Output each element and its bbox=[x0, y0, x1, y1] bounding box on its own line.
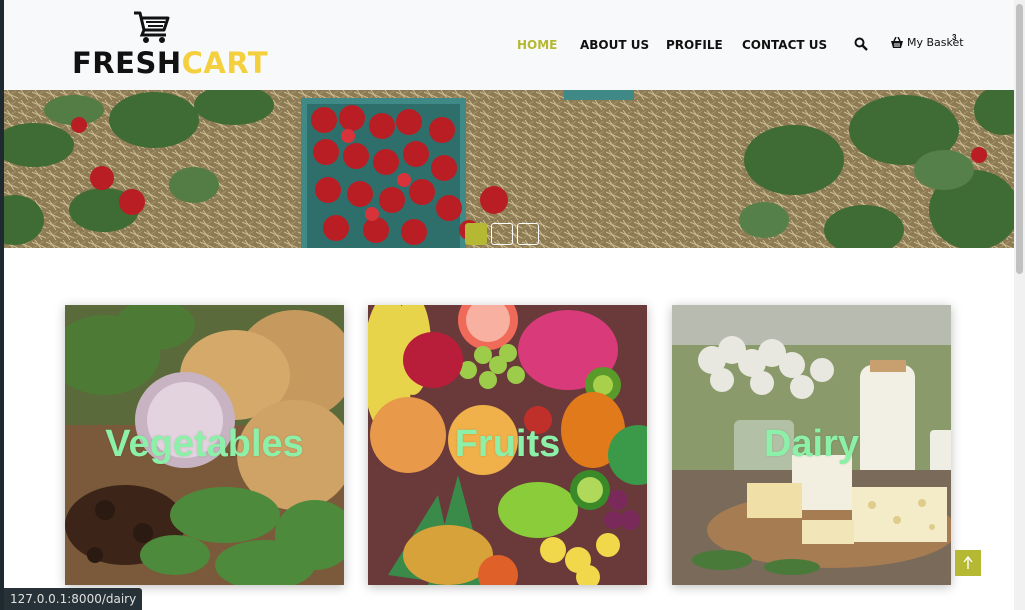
category-card-vegetables[interactable]: Vegetables bbox=[65, 305, 344, 585]
brand-logo[interactable]: FRESHCART bbox=[72, 10, 268, 80]
category-label: Dairy bbox=[763, 423, 860, 465]
scroll-to-top-button[interactable] bbox=[955, 550, 981, 576]
nav-contact-us[interactable]: CONTACT US bbox=[742, 38, 827, 52]
carousel-indicators bbox=[465, 223, 539, 245]
category-card-fruits[interactable]: Fruits bbox=[368, 305, 647, 585]
status-bar-url: 127.0.0.1:8000/dairy bbox=[4, 588, 143, 610]
nav-home[interactable]: HOME bbox=[517, 38, 557, 52]
nav-profile[interactable]: PROFILE bbox=[666, 38, 723, 52]
carousel-indicator-3[interactable] bbox=[517, 223, 539, 245]
basket-count-badge: 3 bbox=[952, 33, 957, 42]
category-label: Vegetables bbox=[105, 423, 304, 465]
category-label: Fruits bbox=[454, 423, 561, 465]
site-header: FRESHCART HOME ABOUT US PROFILE CONTACT … bbox=[4, 0, 1014, 90]
category-card-dairy[interactable]: Dairy bbox=[672, 305, 951, 585]
search-icon[interactable] bbox=[854, 37, 868, 51]
scrollbar-thumb[interactable] bbox=[1016, 4, 1023, 274]
carousel-indicator-1[interactable] bbox=[465, 223, 487, 245]
page-scrollbar[interactable] bbox=[1014, 0, 1025, 610]
shopping-cart-icon bbox=[134, 11, 170, 43]
brand-name: FRESHCART bbox=[72, 46, 269, 80]
basket-icon bbox=[891, 36, 903, 48]
page: FRESHCART HOME ABOUT US PROFILE CONTACT … bbox=[4, 0, 1014, 610]
nav-about-us[interactable]: ABOUT US bbox=[580, 38, 649, 52]
arrow-up-icon bbox=[963, 556, 973, 569]
carousel-indicator-2[interactable] bbox=[491, 223, 513, 245]
